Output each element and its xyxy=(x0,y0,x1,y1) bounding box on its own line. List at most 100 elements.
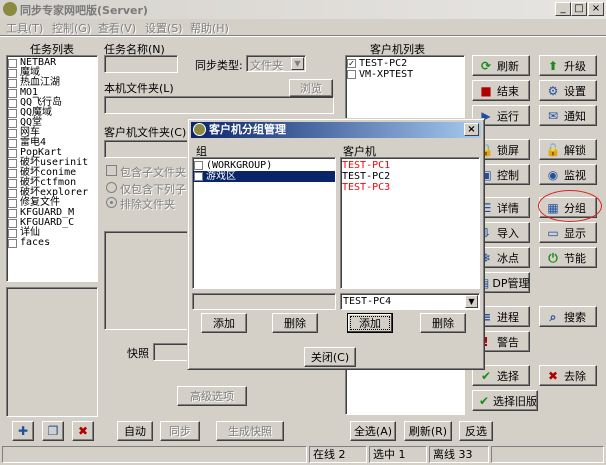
delete-client-button[interactable]: 删除 xyxy=(420,313,466,333)
group-list[interactable]: (WORKGROUP) 游戏区 xyxy=(192,157,336,289)
status-pane-empty2 xyxy=(491,446,604,463)
details-label: 详情 xyxy=(497,201,519,215)
new-task-button[interactable]: ✚ xyxy=(12,421,34,441)
task-checkbox[interactable] xyxy=(8,228,17,238)
menu-help[interactable]: 帮助(H) xyxy=(190,20,229,36)
remove-icon: ✖ xyxy=(547,368,559,383)
group-name-input[interactable] xyxy=(192,293,336,310)
local-folder-input[interactable] xyxy=(104,96,334,114)
select-all-button[interactable]: 全选(A) xyxy=(350,421,396,441)
browse-button[interactable]: 浏览 xyxy=(289,79,333,97)
upgrade-label: 升级 xyxy=(564,59,586,73)
sync-type-value: 文件夹 xyxy=(250,59,283,72)
search-button[interactable]: ⌕ 搜索 xyxy=(539,306,597,327)
task-checkbox[interactable] xyxy=(8,218,17,228)
client-folder-input[interactable] xyxy=(104,140,188,158)
client-list-item[interactable]: VM-XPTEST xyxy=(346,69,464,80)
display-button[interactable]: ▭ 显示 xyxy=(539,222,597,243)
refresh-select-button[interactable]: 刷新(R) xyxy=(404,421,452,441)
copy-task-button[interactable]: ❐ xyxy=(42,421,64,441)
group-item-label: (WORKGROUP) xyxy=(206,159,273,171)
task-checkbox[interactable] xyxy=(8,138,17,148)
minimize-button[interactable]: _ xyxy=(555,2,571,16)
upgrade-button[interactable]: ⬆ 升级 xyxy=(539,55,597,76)
task-checkbox[interactable] xyxy=(8,158,17,168)
task-checkbox[interactable] xyxy=(8,58,17,68)
end-button[interactable]: ■ 结束 xyxy=(472,80,530,101)
task-checkbox[interactable] xyxy=(8,98,17,108)
delete-group-button[interactable]: 删除 xyxy=(272,313,318,333)
menu-tools[interactable]: 工具(T) xyxy=(6,20,43,36)
add-group-button[interactable]: 添加 xyxy=(201,313,247,333)
refresh-button[interactable]: ⟳ 刷新 xyxy=(472,55,530,76)
settings-button[interactable]: ⚙ 设置 xyxy=(539,80,597,101)
include-subfolder-checkbox[interactable] xyxy=(106,165,117,176)
dialog-client-item[interactable]: TEST-PC2 xyxy=(341,171,479,182)
client-checkbox[interactable]: ✓ xyxy=(347,59,356,68)
task-checkbox[interactable] xyxy=(8,118,17,128)
client-checkbox[interactable] xyxy=(347,70,356,79)
dialog-title-bar[interactable]: 客户机分组管理 × xyxy=(191,122,481,138)
task-checkbox[interactable] xyxy=(8,78,17,88)
group-list-item[interactable]: (WORKGROUP) xyxy=(193,160,335,171)
notify-button[interactable]: ✉ 通知 xyxy=(539,105,597,126)
snapshot-input[interactable] xyxy=(153,343,189,361)
dialog-close-icon[interactable]: × xyxy=(464,123,479,136)
client-combo[interactable]: TEST-PC4 ▼ xyxy=(340,293,480,310)
task-list-item[interactable]: faces xyxy=(7,238,97,248)
generate-snapshot-button[interactable]: 生成快照 xyxy=(216,421,284,441)
task-checkbox[interactable] xyxy=(8,188,17,198)
dialog-client-item[interactable]: TEST-PC1 xyxy=(341,160,479,171)
power-label: 节能 xyxy=(564,251,586,265)
delete-task-button[interactable]: ✖ xyxy=(72,421,94,441)
advanced-options-button[interactable]: 高级选项 xyxy=(177,386,247,406)
combo-chevron-down-icon[interactable]: ▼ xyxy=(465,295,478,308)
invert-select-button[interactable]: 反选 xyxy=(459,421,493,441)
task-checkbox[interactable] xyxy=(8,198,17,208)
power-button[interactable]: ⏻ 节能 xyxy=(539,247,597,268)
dialog-close-button[interactable]: 关闭(C) xyxy=(304,347,356,367)
settings-icon: ⚙ xyxy=(547,83,559,98)
monitor-button[interactable]: ◉ 监视 xyxy=(539,164,597,185)
select-label: 选择 xyxy=(497,369,519,383)
task-checkbox[interactable] xyxy=(8,128,17,138)
add-client-button[interactable]: 添加 xyxy=(347,313,393,333)
menu-view[interactable]: 查看(V) xyxy=(98,20,136,36)
auto-button[interactable]: 自动 xyxy=(117,421,153,441)
window-title: 同步专家网吧版(Server) xyxy=(20,4,148,17)
subfolder-list[interactable] xyxy=(104,231,188,330)
task-checkbox[interactable] xyxy=(8,238,17,248)
freeze-label: 冰点 xyxy=(497,251,519,265)
dialog-client-item[interactable]: TEST-PC3 xyxy=(341,182,479,193)
exclude-radio[interactable] xyxy=(106,197,117,208)
sync-button[interactable]: 同步 xyxy=(160,421,200,441)
task-checkbox[interactable] xyxy=(8,208,17,218)
dialog-client-list[interactable]: TEST-PC1 TEST-PC2 TEST-PC3 xyxy=(340,157,480,289)
only-include-radio[interactable] xyxy=(106,182,117,193)
menu-control[interactable]: 控制(G) xyxy=(52,20,91,36)
task-checkbox[interactable] xyxy=(8,148,17,158)
task-list-panel xyxy=(6,287,98,417)
task-name-input[interactable] xyxy=(104,55,178,73)
task-checkbox[interactable] xyxy=(8,88,17,98)
sync-type-select[interactable]: 文件夹 ▼ xyxy=(246,55,306,72)
client-list-item[interactable]: ✓ TEST-PC2 xyxy=(346,58,464,69)
unlock-button[interactable]: 🔓 解锁 xyxy=(539,139,597,160)
close-window-button[interactable]: × xyxy=(588,2,604,16)
group-list-item[interactable]: 游戏区 xyxy=(193,171,335,182)
maximize-button[interactable]: □ xyxy=(571,2,587,16)
task-checkbox[interactable] xyxy=(8,108,17,118)
task-checkbox[interactable] xyxy=(8,178,17,188)
title-bar[interactable]: 同步专家网吧版(Server) _ □ × xyxy=(0,0,606,19)
menu-settings[interactable]: 设置(S) xyxy=(145,20,183,36)
task-checkbox[interactable] xyxy=(8,68,17,78)
remove-button[interactable]: ✖ 去除 xyxy=(539,365,597,386)
run-label: 运行 xyxy=(497,109,519,123)
select_old-button[interactable]: ✔ 选择旧版 xyxy=(472,390,538,411)
group-checkbox[interactable] xyxy=(194,161,203,170)
task-checkbox[interactable] xyxy=(8,168,17,178)
dialog-app-icon xyxy=(193,123,206,136)
highlight-ellipse xyxy=(538,190,602,222)
group-checkbox[interactable] xyxy=(194,172,203,181)
task-list[interactable]: NETBAR 魔域 热血江湖 MO1 QQ飞行岛 QQ魔域 QQ堂 网车 雷电4 PopKart 破… xyxy=(6,55,98,282)
